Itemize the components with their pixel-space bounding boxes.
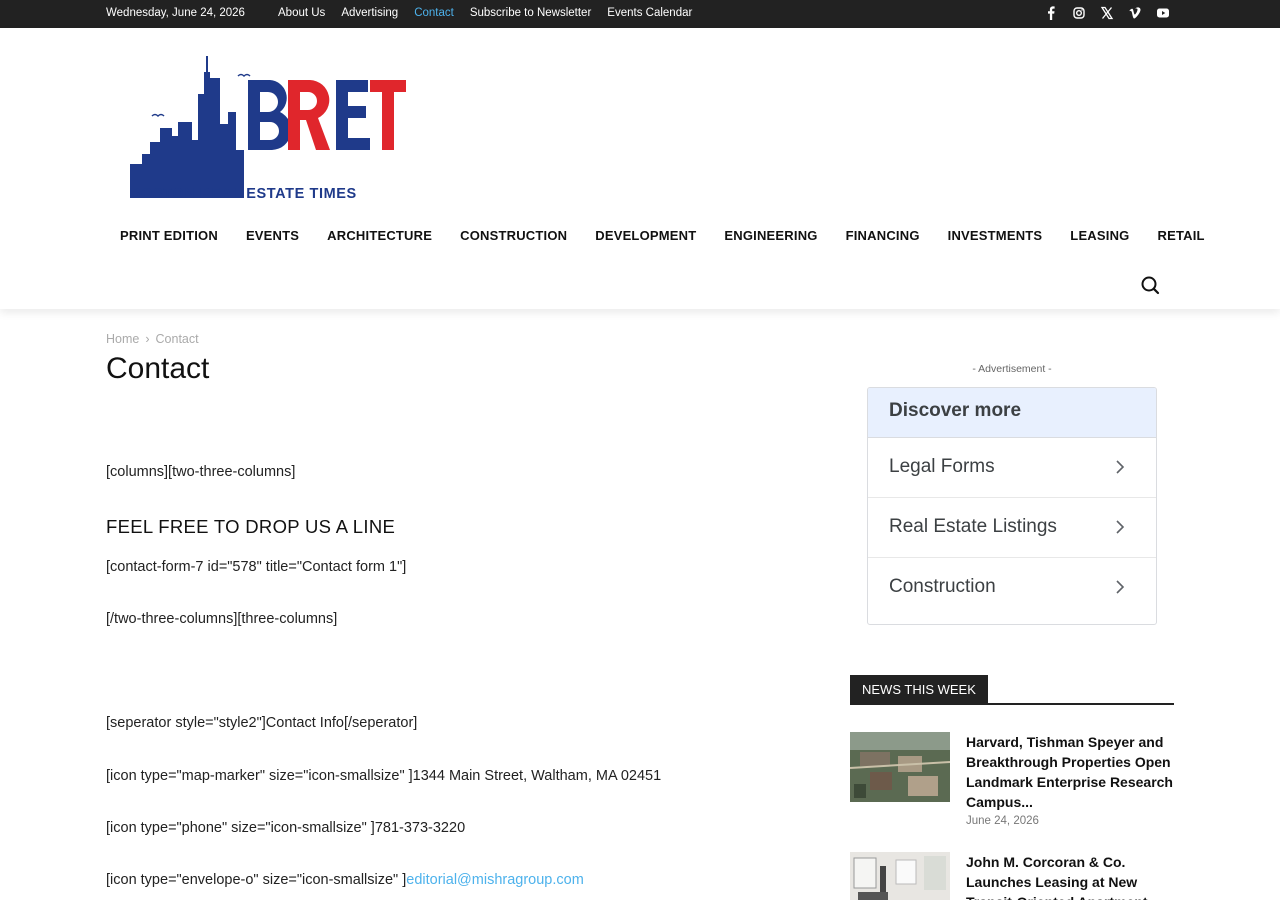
nav-print-edition[interactable]: PRINT EDITION: [106, 228, 232, 243]
content-line: [/two-three-columns][three-columns]: [106, 611, 338, 627]
breadcrumb-home[interactable]: Home: [106, 332, 139, 346]
phone-line: [icon type="phone" size="icon-smallsize"…: [106, 820, 466, 836]
search-icon: [1141, 276, 1160, 295]
nav-leasing[interactable]: LEASING: [1056, 228, 1143, 243]
page-title: Contact: [106, 352, 210, 385]
site-logo[interactable]: BOSTON REAL ESTATE TIMES: [126, 54, 406, 204]
email-link[interactable]: editorial@mishragroup.com: [406, 872, 584, 888]
top-bar: Wednesday, June 24, 2026 About Us Advert…: [0, 0, 1280, 28]
news-title: NEWS THIS WEEK: [850, 675, 988, 703]
nav-investments[interactable]: INVESTMENTS: [934, 228, 1057, 243]
nav-architecture[interactable]: ARCHITECTURE: [313, 228, 446, 243]
nav-development[interactable]: DEVELOPMENT: [581, 228, 710, 243]
news-headline[interactable]: John M. Corcoran & Co. Launches Leasing …: [966, 852, 1174, 900]
top-links: About Us Advertising Contact Subscribe t…: [278, 7, 692, 19]
breadcrumb-separator: ›: [145, 332, 150, 346]
nav-retail[interactable]: RETAIL: [1143, 228, 1218, 243]
breadcrumb-current: Contact: [155, 332, 199, 346]
top-link-subscribe[interactable]: Subscribe to Newsletter: [470, 7, 591, 19]
email-line: [icon type="envelope-o" size="icon-small…: [106, 872, 584, 888]
vimeo-icon[interactable]: [1128, 5, 1142, 21]
address-line: [icon type="map-marker" size="icon-small…: [106, 768, 662, 784]
advertisement-label: - Advertisement -: [972, 363, 1052, 375]
news-this-week: NEWS THIS WEEK Harvard, Tishman Speyer a…: [850, 675, 1174, 900]
youtube-icon[interactable]: [1156, 5, 1170, 21]
discover-item-legal-forms[interactable]: Legal Forms: [868, 438, 1156, 498]
top-link-contact[interactable]: Contact: [414, 7, 454, 19]
nav-construction[interactable]: CONSTRUCTION: [446, 228, 581, 243]
search-button[interactable]: [1138, 273, 1162, 297]
content-line: [contact-form-7 id="578" title="Contact …: [106, 559, 407, 575]
top-link-about-us[interactable]: About Us: [278, 7, 325, 19]
news-date: June 24, 2026: [966, 815, 1039, 827]
news-thumbnail[interactable]: [850, 732, 950, 802]
chevron-right-icon: [1116, 580, 1125, 594]
nav-events[interactable]: EVENTS: [232, 228, 313, 243]
discover-item-label: Legal Forms: [889, 456, 995, 477]
discover-more-title: Discover more: [868, 388, 1156, 438]
nav-engineering[interactable]: ENGINEERING: [710, 228, 831, 243]
top-link-events-calendar[interactable]: Events Calendar: [607, 7, 692, 19]
discover-item-real-estate-listings[interactable]: Real Estate Listings: [868, 498, 1156, 558]
instagram-icon[interactable]: [1072, 5, 1086, 21]
discover-more-widget: Discover more Legal Forms Real Estate Li…: [867, 387, 1157, 625]
discover-item-construction[interactable]: Construction: [868, 558, 1156, 618]
facebook-icon[interactable]: [1044, 5, 1058, 21]
content-line: [seperator style="style2"]Contact Info[/…: [106, 715, 418, 731]
discover-item-label: Construction: [889, 576, 996, 597]
top-link-advertising[interactable]: Advertising: [341, 7, 398, 19]
content-line: [columns][two-three-columns]: [106, 464, 296, 480]
chevron-right-icon: [1116, 520, 1125, 534]
news-thumbnail[interactable]: [850, 852, 950, 900]
nav-financing[interactable]: FINANCING: [832, 228, 934, 243]
social-links: [1044, 5, 1170, 21]
current-date: Wednesday, June 24, 2026: [106, 7, 245, 19]
email-prefix: [icon type="envelope-o" size="icon-small…: [106, 872, 407, 888]
news-header: NEWS THIS WEEK: [850, 675, 1174, 705]
news-headline[interactable]: Harvard, Tishman Speyer and Breakthrough…: [966, 732, 1174, 812]
discover-item-label: Real Estate Listings: [889, 516, 1057, 537]
main-nav: PRINT EDITION EVENTS ARCHITECTURE CONSTR…: [106, 228, 1219, 243]
chevron-right-icon: [1116, 460, 1125, 474]
x-icon[interactable]: [1100, 5, 1114, 21]
logo-tagline: BOSTON REAL ESTATE TIMES: [130, 186, 357, 202]
breadcrumb: Home › Contact: [106, 332, 199, 346]
site-header: BOSTON REAL ESTATE TIMES PRINT EDITION E…: [0, 28, 1280, 309]
contact-heading: FEEL FREE TO DROP US A LINE: [106, 516, 396, 537]
